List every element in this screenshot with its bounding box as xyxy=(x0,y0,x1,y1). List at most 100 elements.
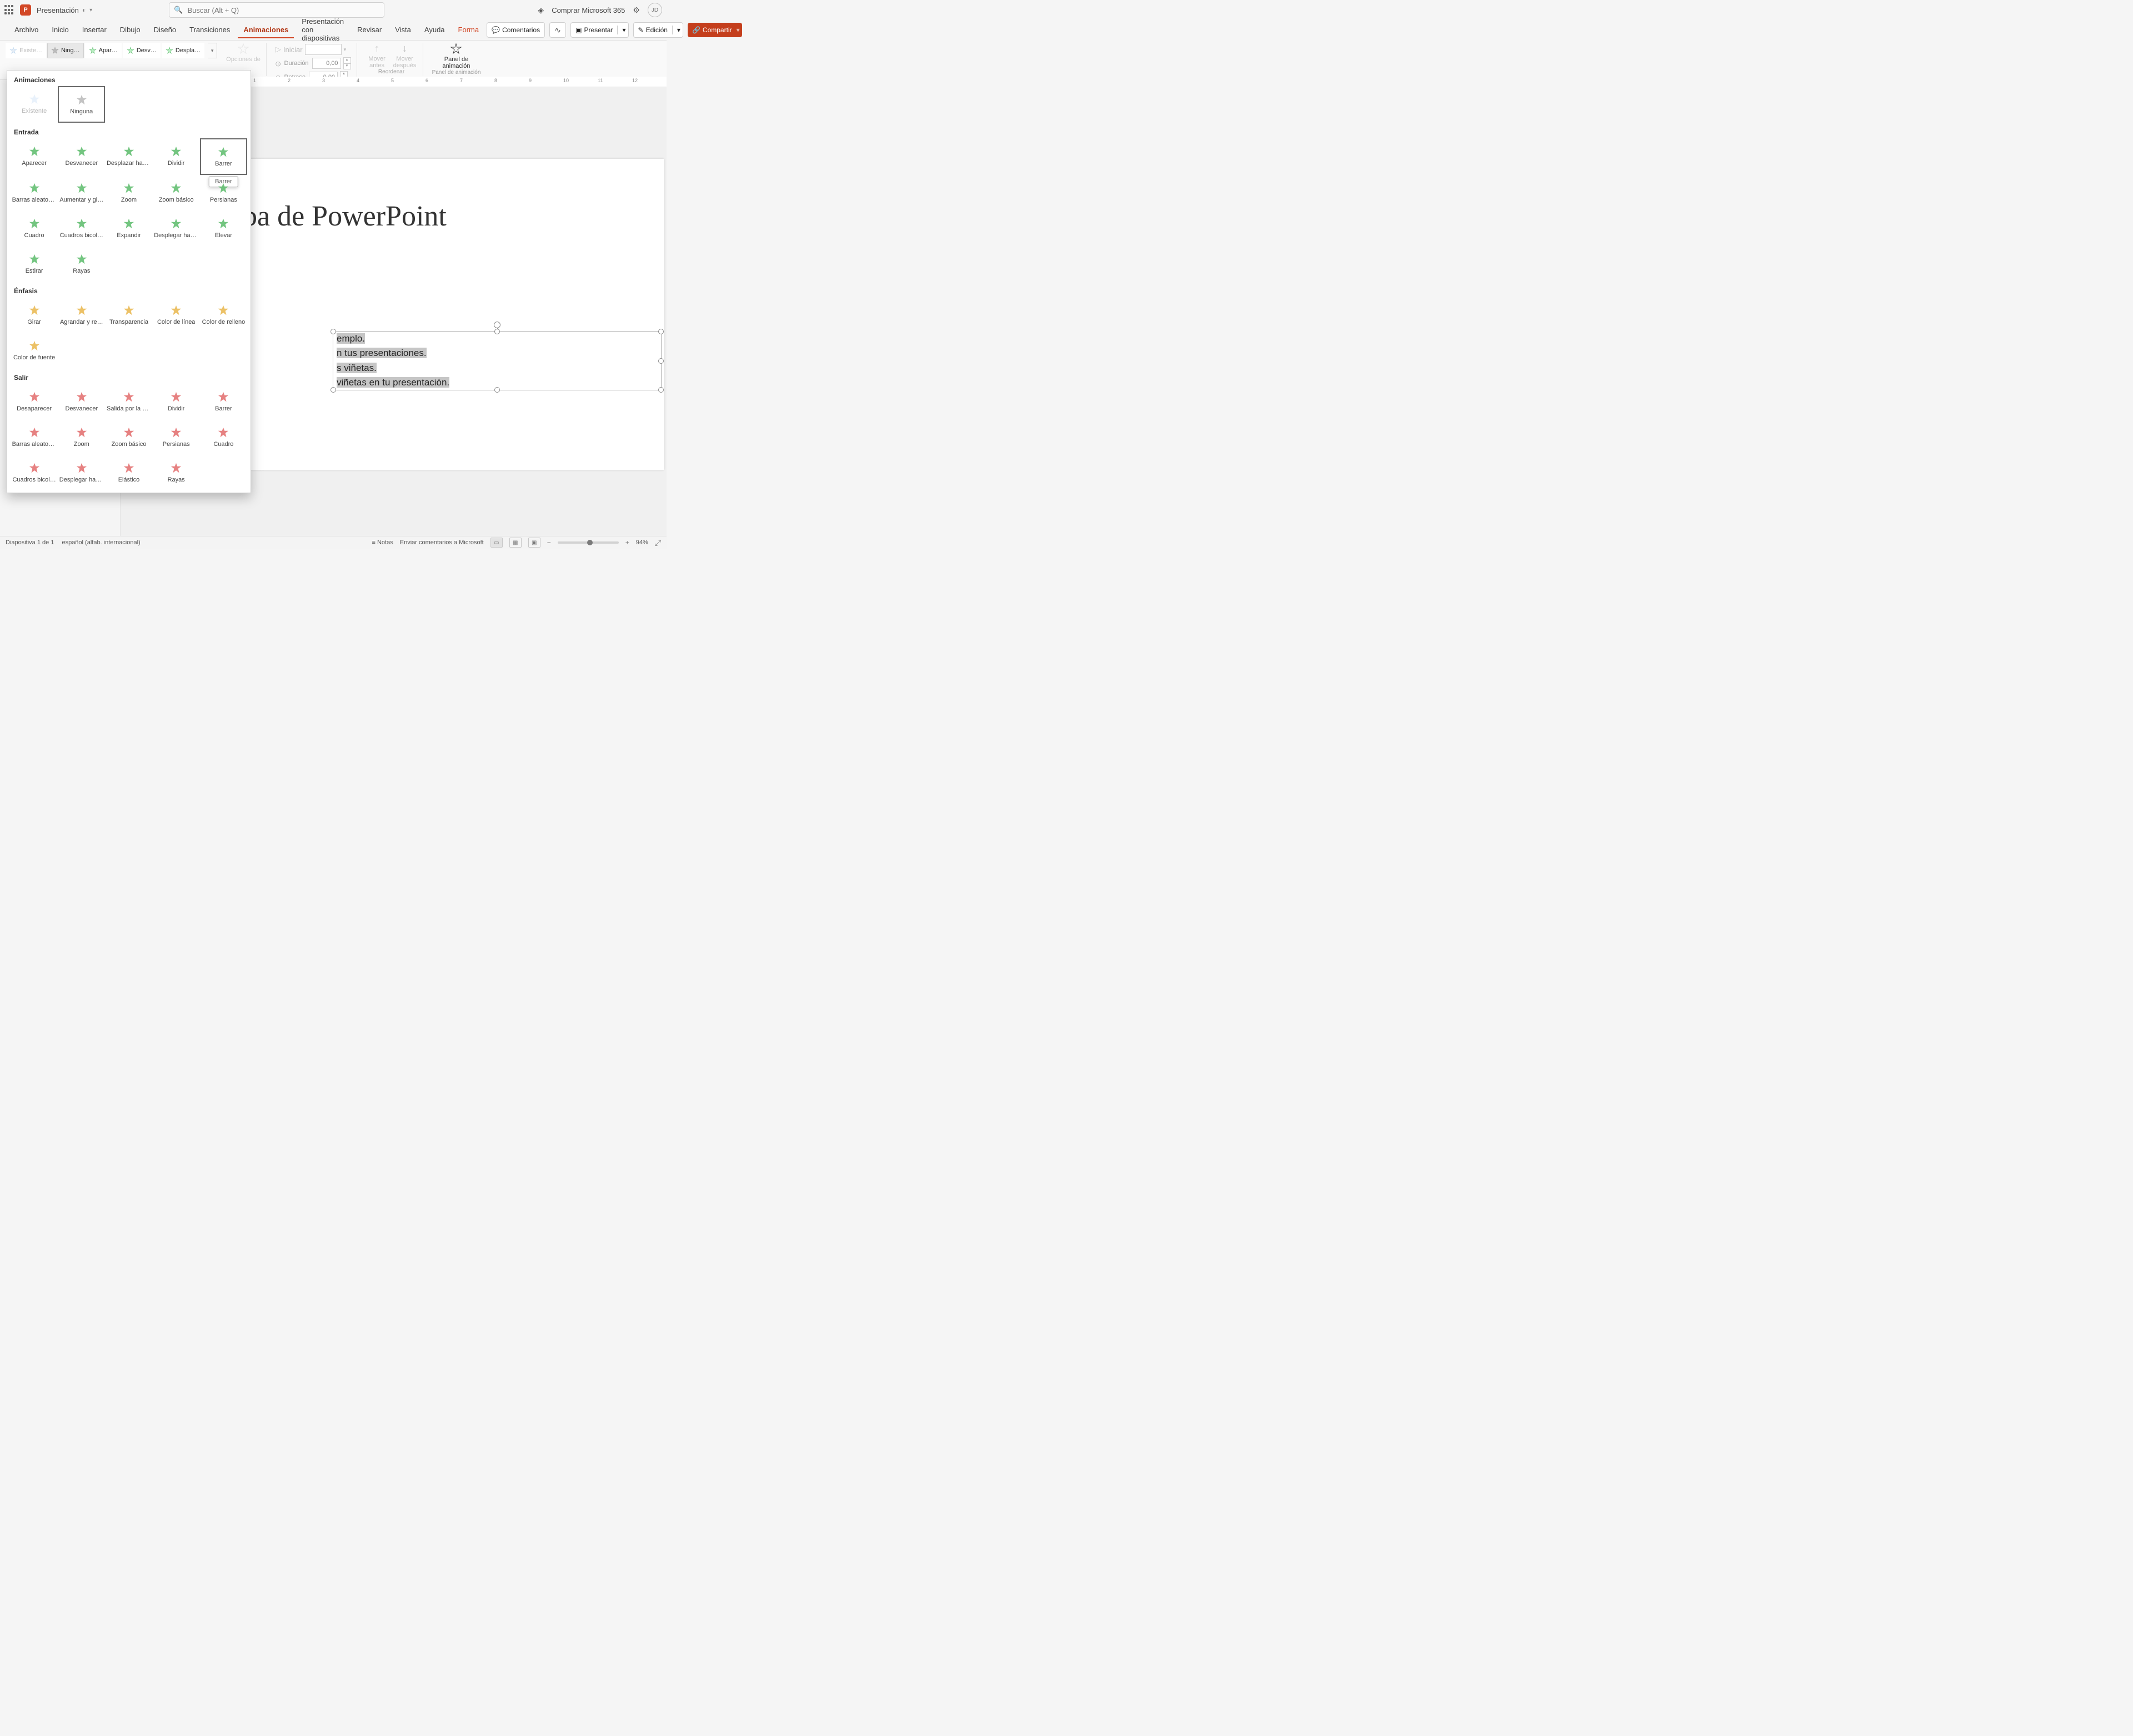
tab-presentación-con-diapositivas[interactable]: Presentación con diapositivas xyxy=(296,14,349,47)
zoom-thumb[interactable] xyxy=(587,540,593,545)
animation-option[interactable]: Desvanecer xyxy=(58,138,105,174)
gallery-more-button[interactable]: ▾ xyxy=(208,43,217,58)
editing-mode-button[interactable]: ✎ Edición ▾ xyxy=(633,22,683,38)
resize-handle[interactable] xyxy=(658,329,664,334)
animation-option[interactable]: Desplegar hac… xyxy=(153,210,200,246)
settings-gear-icon[interactable]: ⚙ xyxy=(633,6,640,15)
animation-option[interactable]: Zoom básico xyxy=(105,419,152,455)
resize-handle[interactable] xyxy=(331,387,336,393)
animation-option[interactable]: Color de línea xyxy=(153,297,200,333)
zoom-out-button[interactable]: − xyxy=(547,539,551,546)
animation-option[interactable]: Color de relleno xyxy=(200,297,247,333)
animation-option[interactable]: Persianas xyxy=(200,175,247,210)
animation-option[interactable]: Desaparecer xyxy=(11,384,58,419)
gallery-chip[interactable]: Apar… xyxy=(85,43,122,58)
animation-option[interactable]: Desvanecer xyxy=(58,384,105,419)
animation-pane-button[interactable]: Panel de animación xyxy=(437,43,475,69)
animation-option[interactable]: Barrer xyxy=(200,384,247,419)
bullet-line[interactable]: s viñetas. xyxy=(333,361,661,375)
language-indicator[interactable]: español (alfab. internacional) xyxy=(62,539,140,546)
animation-option[interactable]: Expandir xyxy=(105,210,152,246)
gallery-chip[interactable]: Despla… xyxy=(162,43,204,58)
reading-view-button[interactable]: ▣ xyxy=(528,538,540,548)
animation-option[interactable]: Cuadros bicol… xyxy=(11,455,58,490)
animation-option[interactable]: Agrandar y re… xyxy=(58,297,105,333)
tab-insertar[interactable]: Insertar xyxy=(77,22,112,38)
fit-to-window-button[interactable]: ⤢ xyxy=(655,538,661,548)
animation-option[interactable]: Zoom xyxy=(58,419,105,455)
tab-transiciones[interactable]: Transiciones xyxy=(184,22,236,38)
chevron-down-icon[interactable]: ▾ xyxy=(677,26,680,34)
slide-counter[interactable]: Diapositiva 1 de 1 xyxy=(6,539,54,546)
animation-option[interactable]: Salida por la d… xyxy=(105,384,152,419)
normal-view-button[interactable]: ▭ xyxy=(490,538,503,548)
user-avatar[interactable]: JD xyxy=(648,3,662,17)
tab-animaciones[interactable]: Animaciones xyxy=(238,22,294,38)
feedback-link[interactable]: Enviar comentarios a Microsoft xyxy=(400,539,484,546)
tab-dibujo[interactable]: Dibujo xyxy=(114,22,146,38)
notes-toggle[interactable]: ≡ Notas xyxy=(372,539,393,546)
app-launcher-icon[interactable] xyxy=(4,5,14,15)
catch-up-button[interactable]: ∿ xyxy=(549,22,566,38)
title-dropdown-icon[interactable]: ▾ xyxy=(89,7,92,13)
resize-handle[interactable] xyxy=(494,329,500,334)
animation-option[interactable]: Cuadro xyxy=(200,419,247,455)
animation-option[interactable]: Cuadros bicol… xyxy=(58,210,105,246)
tab-archivo[interactable]: Archivo xyxy=(9,22,44,38)
animation-option[interactable]: Aumentar y gi… xyxy=(58,175,105,210)
animation-option[interactable]: Zoom xyxy=(105,175,152,210)
gallery-chip[interactable]: Desv… xyxy=(123,43,161,58)
animation-option[interactable]: Color de fuente xyxy=(11,333,58,368)
play-icon: ▷ xyxy=(276,45,281,54)
animation-option[interactable]: Persianas xyxy=(153,419,200,455)
slide[interactable]: ba de PowerPoint emplo.n tus presentacio… xyxy=(247,159,664,470)
tab-vista[interactable]: Vista xyxy=(389,22,417,38)
animation-option[interactable]: Elevar xyxy=(200,210,247,246)
animation-option[interactable]: Dividir xyxy=(153,138,200,174)
share-button[interactable]: 🔗 Compartir ▾ xyxy=(688,23,742,37)
gallery-chip[interactable]: Ning… xyxy=(47,43,84,58)
animation-option[interactable]: Barras aleatori… xyxy=(11,419,58,455)
animation-option[interactable]: Desplegar hac… xyxy=(58,455,105,490)
animation-option[interactable]: Estirar xyxy=(11,246,58,282)
animation-option[interactable]: Rayas xyxy=(58,246,105,282)
resize-handle[interactable] xyxy=(658,387,664,393)
resize-handle[interactable] xyxy=(658,358,664,364)
animation-option[interactable]: Ninguna xyxy=(58,86,105,123)
resize-handle[interactable] xyxy=(331,329,336,334)
animation-option[interactable]: Dividir xyxy=(153,384,200,419)
zoom-slider[interactable] xyxy=(558,541,619,544)
tab-revisar[interactable]: Revisar xyxy=(352,22,387,38)
animation-option[interactable]: Girar xyxy=(11,297,58,333)
resize-handle[interactable] xyxy=(494,387,500,393)
tab-inicio[interactable]: Inicio xyxy=(46,22,74,38)
tab-ayuda[interactable]: Ayuda xyxy=(419,22,450,38)
present-button[interactable]: ▣ Presentar ▾ xyxy=(570,22,628,38)
animation-option[interactable]: Cuadro xyxy=(11,210,58,246)
animation-option[interactable]: Transparencia xyxy=(105,297,152,333)
zoom-level[interactable]: 94% xyxy=(636,539,648,546)
tab-diseño[interactable]: Diseño xyxy=(148,22,182,38)
search-input[interactable] xyxy=(186,6,379,15)
animation-option[interactable]: Aparecer xyxy=(11,138,58,174)
zoom-in-button[interactable]: + xyxy=(625,539,629,546)
animation-option[interactable]: Barras aleatori… xyxy=(11,175,58,210)
animation-option[interactable]: Zoom básico xyxy=(153,175,200,210)
rotation-handle[interactable] xyxy=(494,322,500,328)
animation-option[interactable]: BarrerBarrer xyxy=(200,138,247,175)
search-box[interactable]: 🔍 xyxy=(169,2,384,18)
chevron-down-icon[interactable]: ▾ xyxy=(737,26,740,34)
bullet-line[interactable]: n tus presentaciones. xyxy=(333,346,661,360)
buy-m365-link[interactable]: Comprar Microsoft 365 xyxy=(552,6,625,14)
chevron-down-icon[interactable]: ▾ xyxy=(622,26,625,34)
slide-title[interactable]: ba de PowerPoint xyxy=(243,159,664,233)
animation-option[interactable]: Rayas xyxy=(153,455,200,490)
status-bar: Diapositiva 1 de 1 español (alfab. inter… xyxy=(0,536,667,549)
animation-option[interactable]: Desplazar haci… xyxy=(105,138,152,174)
comments-button[interactable]: 💬 Comentarios xyxy=(487,22,545,38)
document-title[interactable]: Presentación xyxy=(37,6,79,14)
content-textbox[interactable]: emplo.n tus presentaciones.s viñetas. vi… xyxy=(333,331,662,390)
animation-option[interactable]: Elástico xyxy=(105,455,152,490)
sorter-view-button[interactable]: ▦ xyxy=(509,538,522,548)
tab-forma[interactable]: Forma xyxy=(453,22,485,38)
